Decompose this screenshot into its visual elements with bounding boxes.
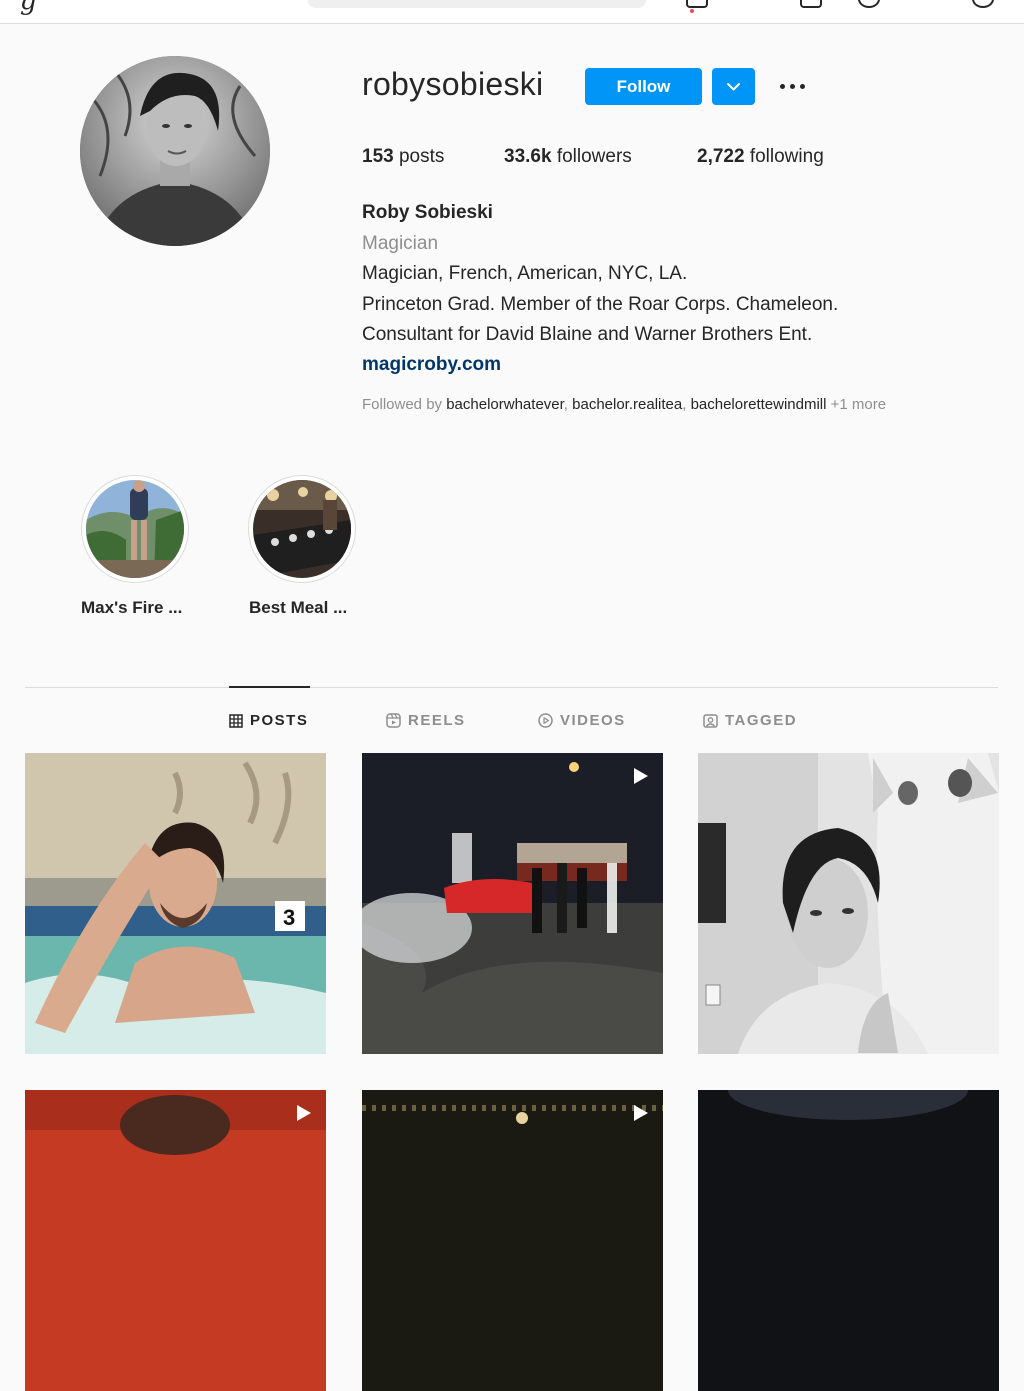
profile-avatar[interactable] bbox=[80, 56, 270, 246]
active-tab-indicator bbox=[229, 686, 310, 688]
top-nav-bar: g bbox=[0, 0, 1024, 24]
followed-by[interactable]: Followed by bachelorwhatever, bachelor.r… bbox=[362, 396, 886, 413]
chevron-down-icon bbox=[727, 83, 740, 91]
tabs-divider bbox=[25, 687, 998, 688]
posts-count: 153 posts bbox=[362, 146, 444, 168]
posts-count-value: 153 bbox=[362, 146, 394, 167]
posts-count-label: posts bbox=[398, 146, 445, 167]
followers-count-label: followers bbox=[556, 146, 632, 167]
post-thumbnail[interactable] bbox=[362, 1090, 663, 1391]
highlight-thumbnail bbox=[253, 480, 351, 578]
reel-indicator-icon bbox=[634, 1105, 648, 1121]
tab-label: REELS bbox=[408, 712, 466, 729]
followers-link[interactable]: 33.6k followers bbox=[504, 146, 632, 168]
instagram-logo[interactable]: g bbox=[20, 0, 37, 16]
post-thumbnail[interactable]: 3 bbox=[25, 753, 326, 1054]
reel-indicator-icon bbox=[297, 1105, 311, 1121]
post-thumbnail[interactable] bbox=[698, 753, 999, 1054]
bio-line: Consultant for David Blaine and Warner B… bbox=[362, 324, 813, 345]
post-thumbnail[interactable] bbox=[25, 1090, 326, 1391]
tab-posts[interactable]: POSTS bbox=[229, 712, 308, 729]
highlight-thumbnail bbox=[86, 480, 184, 578]
tagged-icon bbox=[703, 714, 718, 728]
svg-text:3: 3 bbox=[283, 905, 295, 930]
followed-by-user[interactable]: bachelor.realitea bbox=[572, 396, 682, 413]
followed-by-user[interactable]: bachelorettewindmill bbox=[691, 396, 827, 413]
tab-videos[interactable]: VIDEOS bbox=[538, 712, 626, 729]
explore-icon[interactable] bbox=[800, 0, 822, 8]
follow-button[interactable]: Follow bbox=[585, 68, 702, 105]
more-dots-icon bbox=[800, 84, 805, 89]
play-circle-icon bbox=[538, 713, 553, 728]
notification-dot bbox=[690, 9, 694, 13]
activity-icon[interactable] bbox=[686, 0, 708, 8]
more-dots-icon bbox=[790, 84, 795, 89]
website-link[interactable]: magicroby.com bbox=[362, 354, 501, 376]
following-count-label: following bbox=[749, 146, 824, 167]
highlight-label[interactable]: Best Meal ... bbox=[249, 598, 347, 618]
post-thumbnail[interactable] bbox=[362, 753, 663, 1054]
profile-username: robysobieski bbox=[362, 66, 544, 102]
reel-indicator-icon bbox=[634, 768, 648, 784]
following-count-value: 2,722 bbox=[697, 146, 745, 167]
more-options-button[interactable] bbox=[776, 72, 810, 100]
followed-by-more[interactable]: +1 more bbox=[831, 396, 886, 413]
tab-reels[interactable]: REELS bbox=[386, 712, 466, 729]
post-thumbnail[interactable] bbox=[698, 1090, 999, 1391]
more-dots-icon bbox=[780, 84, 785, 89]
tab-label: VIDEOS bbox=[560, 712, 626, 729]
profile-full-name: Roby Sobieski bbox=[362, 202, 493, 223]
followed-by-prefix: Followed by bbox=[362, 396, 443, 413]
tab-label: TAGGED bbox=[725, 712, 798, 729]
suggested-accounts-button[interactable] bbox=[712, 68, 755, 105]
followed-by-user[interactable]: bachelorwhatever bbox=[446, 396, 564, 413]
reels-icon bbox=[386, 713, 401, 728]
following-link[interactable]: 2,722 following bbox=[697, 146, 824, 168]
search-input[interactable] bbox=[308, 0, 646, 8]
bio-line: Magician, French, American, NYC, LA. bbox=[362, 263, 688, 284]
tab-tagged[interactable]: TAGGED bbox=[703, 712, 797, 729]
tab-label: POSTS bbox=[250, 712, 309, 729]
heart-icon[interactable] bbox=[858, 0, 880, 8]
followers-count-value: 33.6k bbox=[504, 146, 552, 167]
highlight-label[interactable]: Max's Fire ... bbox=[81, 598, 182, 618]
story-highlight[interactable] bbox=[248, 475, 356, 583]
profile-category: Magician bbox=[362, 233, 439, 254]
grid-icon bbox=[229, 713, 243, 728]
profile-avatar-icon[interactable] bbox=[972, 0, 994, 8]
bio-line: Princeton Grad. Member of the Roar Corps… bbox=[362, 294, 839, 315]
story-highlight[interactable] bbox=[81, 475, 189, 583]
